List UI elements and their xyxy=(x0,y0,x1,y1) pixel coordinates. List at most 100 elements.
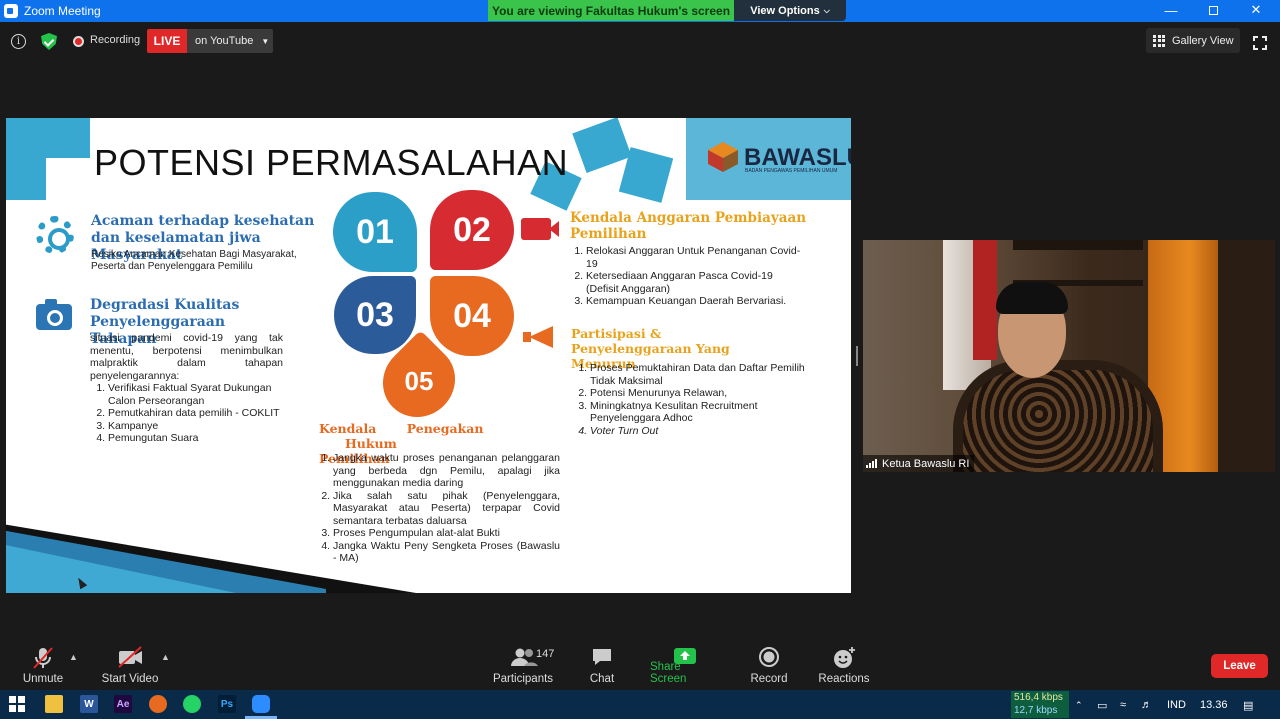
info-icon[interactable]: i xyxy=(11,34,26,49)
megaphone-icon xyxy=(523,326,555,348)
gallery-view-button[interactable]: Gallery View xyxy=(1146,28,1240,53)
list-item: Jangka waktu proses penanganan pelanggar… xyxy=(333,452,560,490)
wifi-icon[interactable]: ≈ xyxy=(1120,699,1126,711)
after-effects-icon[interactable]: Ae xyxy=(114,695,132,713)
reactions-icon xyxy=(834,647,855,668)
window-title: Zoom Meeting xyxy=(24,4,101,18)
petal-03: 03 xyxy=(334,276,416,354)
reactions-label: Reactions xyxy=(818,673,870,685)
zoom-app-icon xyxy=(4,4,18,18)
caret-up-icon[interactable]: ▲ xyxy=(161,652,170,662)
live-badge: LIVE xyxy=(147,29,187,53)
net-up-speed: 12,7 kbps xyxy=(1014,705,1058,716)
view-options-label: View Options xyxy=(750,4,820,17)
word-icon[interactable]: W xyxy=(80,695,98,713)
meeting-toolbar: Unmute ▲ Start Video ▲ 147 Participants … xyxy=(0,640,1280,690)
video-person xyxy=(996,282,1068,314)
zoom-icon[interactable] xyxy=(252,695,270,713)
muted-microphone-icon xyxy=(33,647,53,669)
start-video-label: Start Video xyxy=(101,673,159,685)
list-item: Proses Pemuktahiran Data dan Daftar Pemi… xyxy=(590,362,807,387)
youtube-label: on YouTube xyxy=(195,35,254,47)
clock[interactable]: 13.36 xyxy=(1200,699,1228,711)
section2-list: Relokasi Anggaran Untuk Penanganan Covid… xyxy=(568,245,808,308)
petal-number: 02 xyxy=(453,210,491,249)
list-item: Verifikasi Faktual Syarat Dukungan Calon… xyxy=(108,382,283,407)
record-label: Record xyxy=(750,673,788,685)
list-item: Miningkatnya Kesulitan Recruitment Penye… xyxy=(590,400,807,425)
list-item: Potensi Menurunya Relawan, xyxy=(590,387,807,400)
reactions-button[interactable]: Reactions xyxy=(817,640,871,690)
speaker-video[interactable] xyxy=(863,240,1275,472)
minimize-icon[interactable]: — xyxy=(1150,0,1192,20)
list-item: Ketersediaan Anggaran Pasca Covid-19 (De… xyxy=(586,270,808,295)
fullscreen-icon[interactable] xyxy=(1253,36,1267,50)
leave-button[interactable]: Leave xyxy=(1211,654,1268,678)
caret-down-icon: ▼ xyxy=(261,36,270,46)
participants-icon xyxy=(511,648,538,666)
volume-icon[interactable]: ♬ xyxy=(1141,699,1152,711)
signal-strength-icon xyxy=(866,459,877,468)
puzzle-decoration xyxy=(572,118,632,173)
petal-04: 04 xyxy=(430,276,514,356)
recording-dot-icon xyxy=(73,36,84,47)
windows-start-icon[interactable] xyxy=(9,696,25,712)
share-screen-button[interactable]: Share Screen xyxy=(650,640,720,690)
close-icon[interactable]: ✕ xyxy=(1235,0,1277,20)
list-item: Kemampuan Keuangan Daerah Bervariasi. xyxy=(586,295,808,308)
photoshop-icon[interactable]: Ps xyxy=(218,695,236,713)
list-item: Kampanye xyxy=(108,420,283,433)
section4-list: Proses Pemuktahiran Data dan Daftar Pemi… xyxy=(572,362,807,437)
shared-screen-slide: BAWASLU BADAN PENGAWAS PEMILIHAN UMUM PO… xyxy=(6,118,851,593)
chevron-down-icon: ⌵ xyxy=(823,5,830,15)
notification-icon[interactable]: ▤ xyxy=(1243,699,1253,712)
youtube-dropdown[interactable]: on YouTube ▼ xyxy=(187,29,273,53)
section5-title-word: Penegakan xyxy=(406,421,484,436)
participants-label: Participants xyxy=(492,673,554,685)
video-shelf xyxy=(1013,240,1143,250)
bawaslu-logo-subtext: BADAN PENGAWAS PEMILIHAN UMUM xyxy=(745,168,838,174)
language-indicator[interactable]: IND xyxy=(1167,699,1186,711)
view-options-button[interactable]: View Options ⌵ xyxy=(734,0,846,21)
slide-title: POTENSI PERMASALAHAN xyxy=(94,142,569,183)
shield-icon[interactable] xyxy=(41,33,57,50)
participant-name-tag: Ketua Bawaslu RI xyxy=(863,455,975,472)
petal-02: 02 xyxy=(430,190,514,270)
chat-label: Chat xyxy=(589,673,615,685)
file-explorer-icon[interactable] xyxy=(45,695,63,713)
gear-icon xyxy=(36,216,74,254)
petal-number: 01 xyxy=(356,212,394,251)
section5-title-word: Kendala xyxy=(319,421,377,436)
share-screen-icon xyxy=(674,648,696,664)
list-item: Pemungutan Suara xyxy=(108,432,283,445)
list-item: Voter Turn Out xyxy=(590,425,807,438)
puzzle-decoration xyxy=(46,118,90,158)
video-flag xyxy=(973,240,997,360)
section1-subtitle: Resiko Ancaman Kesehatan Bagi Masyarakat… xyxy=(91,249,297,272)
puzzle-decoration xyxy=(6,118,46,200)
unmute-button[interactable]: Unmute xyxy=(18,640,68,690)
chat-button[interactable]: Chat xyxy=(585,640,619,690)
start-video-button[interactable]: Start Video xyxy=(100,640,160,690)
unmute-label: Unmute xyxy=(22,673,64,685)
participants-button[interactable]: 147 Participants xyxy=(490,640,556,690)
record-button[interactable]: Record xyxy=(748,640,790,690)
tray-expand-icon[interactable]: ⌃ xyxy=(1075,700,1083,711)
firefox-icon[interactable] xyxy=(149,695,167,713)
chat-icon xyxy=(593,649,611,665)
panel-splitter[interactable] xyxy=(856,346,858,366)
section3-body: situasi pandemi covid-19 yang tak menent… xyxy=(90,332,283,445)
bawaslu-logo xyxy=(708,142,738,172)
section3-list: Verifikasi Faktual Syarat Dukungan Calon… xyxy=(90,382,283,445)
petal-number: 04 xyxy=(453,296,491,335)
petal-number: 05 xyxy=(404,365,434,396)
restore-icon[interactable] xyxy=(1192,0,1234,20)
meeting-infobar: i Recording LIVE on YouTube ▼ Gallery Vi… xyxy=(0,22,1280,62)
video-shelf xyxy=(1218,240,1275,472)
video-person xyxy=(963,370,1153,472)
petal-01: 01 xyxy=(333,192,417,272)
caret-up-icon[interactable]: ▲ xyxy=(69,652,78,662)
whatsapp-icon[interactable] xyxy=(183,695,201,713)
section4-body: Proses Pemuktahiran Data dan Daftar Pemi… xyxy=(572,362,807,437)
battery-icon[interactable]: ▭ xyxy=(1097,699,1107,712)
